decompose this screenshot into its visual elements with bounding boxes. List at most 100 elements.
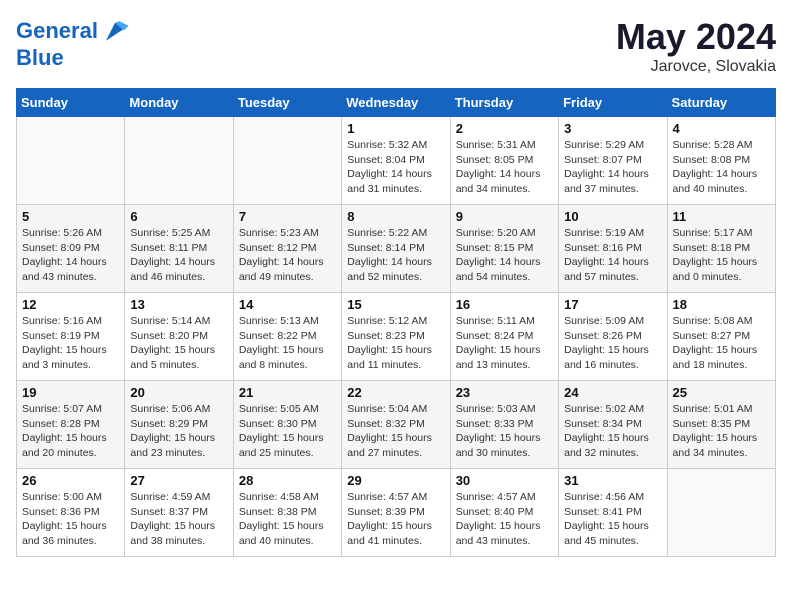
subtitle: Jarovce, Slovakia <box>616 58 776 76</box>
calendar-cell: 13 Sunrise: 5:14 AM Sunset: 8:20 PM Dayli… <box>125 293 233 381</box>
calendar-cell: 17Sunrise: 5:09 AM Sunset: 8:26 PM Dayli… <box>559 293 667 381</box>
day-number: 16 <box>456 297 553 312</box>
calendar-cell: 2 Sunrise: 5:31 AM Sunset: 8:05 PM Daylig… <box>450 117 558 205</box>
calendar-cell: 16Sunrise: 5:11 AM Sunset: 8:24 PM Dayli… <box>450 293 558 381</box>
day-info: Sunrise: 5:26 AM Sunset: 8:09 PM Dayligh… <box>22 226 119 285</box>
day-number: 28 <box>239 473 336 488</box>
calendar-cell <box>125 117 233 205</box>
weekday-header: Tuesday <box>233 89 341 117</box>
calendar-body: 1 Sunrise: 5:32 AM Sunset: 8:04 PM Daylig… <box>17 117 776 557</box>
calendar-cell <box>233 117 341 205</box>
day-info: Sunrise: 5:12 AM Sunset: 8:23 PM Dayligh… <box>347 314 444 373</box>
calendar-week-row: 26 Sunrise: 5:00 AM Sunset: 8:36 PM Dayli… <box>17 469 776 557</box>
day-info: Sunrise: 5:05 AM Sunset: 8:30 PM Dayligh… <box>239 402 336 461</box>
day-info: Sunrise: 5:09 AM Sunset: 8:26 PM Dayligh… <box>564 314 661 373</box>
calendar-week-row: 1 Sunrise: 5:32 AM Sunset: 8:04 PM Daylig… <box>17 117 776 205</box>
calendar-cell <box>667 469 775 557</box>
day-number: 22 <box>347 385 444 400</box>
logo-blue-text: Blue <box>16 46 130 70</box>
day-number: 21 <box>239 385 336 400</box>
day-info: Sunrise: 5:31 AM Sunset: 8:05 PM Dayligh… <box>456 138 553 197</box>
day-number: 18 <box>673 297 770 312</box>
title-area: May 2024 Jarovce, Slovakia <box>616 16 776 76</box>
calendar-cell: 23 Sunrise: 5:03 AM Sunset: 8:33 PM Dayli… <box>450 381 558 469</box>
day-number: 23 <box>456 385 553 400</box>
calendar-cell: 1 Sunrise: 5:32 AM Sunset: 8:04 PM Daylig… <box>342 117 450 205</box>
calendar-cell: 5 Sunrise: 5:26 AM Sunset: 8:09 PM Daylig… <box>17 205 125 293</box>
calendar-cell: 6Sunrise: 5:25 AM Sunset: 8:11 PM Daylig… <box>125 205 233 293</box>
calendar-cell: 25Sunrise: 5:01 AM Sunset: 8:35 PM Dayli… <box>667 381 775 469</box>
day-number: 11 <box>673 209 770 224</box>
day-info: Sunrise: 5:16 AM Sunset: 8:19 PM Dayligh… <box>22 314 119 373</box>
day-info: Sunrise: 5:29 AM Sunset: 8:07 PM Dayligh… <box>564 138 661 197</box>
day-number: 15 <box>347 297 444 312</box>
day-info: Sunrise: 5:07 AM Sunset: 8:28 PM Dayligh… <box>22 402 119 461</box>
calendar-cell: 27Sunrise: 4:59 AM Sunset: 8:37 PM Dayli… <box>125 469 233 557</box>
day-number: 20 <box>130 385 227 400</box>
calendar-cell: 24Sunrise: 5:02 AM Sunset: 8:34 PM Dayli… <box>559 381 667 469</box>
day-info: Sunrise: 5:00 AM Sunset: 8:36 PM Dayligh… <box>22 490 119 549</box>
day-info: Sunrise: 4:58 AM Sunset: 8:38 PM Dayligh… <box>239 490 336 549</box>
day-number: 12 <box>22 297 119 312</box>
day-info: Sunrise: 4:57 AM Sunset: 8:40 PM Dayligh… <box>456 490 553 549</box>
day-number: 6 <box>130 209 227 224</box>
day-info: Sunrise: 5:03 AM Sunset: 8:33 PM Dayligh… <box>456 402 553 461</box>
day-number: 10 <box>564 209 661 224</box>
day-info: Sunrise: 5:20 AM Sunset: 8:15 PM Dayligh… <box>456 226 553 285</box>
day-info: Sunrise: 5:23 AM Sunset: 8:12 PM Dayligh… <box>239 226 336 285</box>
day-info: Sunrise: 5:06 AM Sunset: 8:29 PM Dayligh… <box>130 402 227 461</box>
day-number: 24 <box>564 385 661 400</box>
day-number: 19 <box>22 385 119 400</box>
calendar-week-row: 12 Sunrise: 5:16 AM Sunset: 8:19 PM Dayli… <box>17 293 776 381</box>
calendar-cell: 18Sunrise: 5:08 AM Sunset: 8:27 PM Dayli… <box>667 293 775 381</box>
day-info: Sunrise: 5:01 AM Sunset: 8:35 PM Dayligh… <box>673 402 770 461</box>
logo-text: General <box>16 19 98 43</box>
day-info: Sunrise: 5:19 AM Sunset: 8:16 PM Dayligh… <box>564 226 661 285</box>
weekday-header: Monday <box>125 89 233 117</box>
day-info: Sunrise: 5:32 AM Sunset: 8:04 PM Dayligh… <box>347 138 444 197</box>
logo-icon <box>100 16 130 46</box>
weekday-header: Friday <box>559 89 667 117</box>
day-info: Sunrise: 5:22 AM Sunset: 8:14 PM Dayligh… <box>347 226 444 285</box>
calendar-cell: 20 Sunrise: 5:06 AM Sunset: 8:29 PM Dayli… <box>125 381 233 469</box>
logo: General Blue <box>16 16 130 70</box>
calendar-cell: 7 Sunrise: 5:23 AM Sunset: 8:12 PM Daylig… <box>233 205 341 293</box>
day-info: Sunrise: 5:13 AM Sunset: 8:22 PM Dayligh… <box>239 314 336 373</box>
day-info: Sunrise: 5:28 AM Sunset: 8:08 PM Dayligh… <box>673 138 770 197</box>
calendar-cell: 29Sunrise: 4:57 AM Sunset: 8:39 PM Dayli… <box>342 469 450 557</box>
page-header: General Blue May 2024 Jarovce, Slovakia <box>16 16 776 76</box>
calendar-cell: 26 Sunrise: 5:00 AM Sunset: 8:36 PM Dayli… <box>17 469 125 557</box>
day-number: 7 <box>239 209 336 224</box>
weekday-header: Wednesday <box>342 89 450 117</box>
day-number: 1 <box>347 121 444 136</box>
calendar-header: SundayMondayTuesdayWednesdayThursdayFrid… <box>17 89 776 117</box>
calendar-cell: 12 Sunrise: 5:16 AM Sunset: 8:19 PM Dayli… <box>17 293 125 381</box>
day-number: 5 <box>22 209 119 224</box>
day-number: 2 <box>456 121 553 136</box>
day-info: Sunrise: 4:59 AM Sunset: 8:37 PM Dayligh… <box>130 490 227 549</box>
day-info: Sunrise: 5:17 AM Sunset: 8:18 PM Dayligh… <box>673 226 770 285</box>
calendar-cell: 31Sunrise: 4:56 AM Sunset: 8:41 PM Dayli… <box>559 469 667 557</box>
calendar-cell: 19 Sunrise: 5:07 AM Sunset: 8:28 PM Dayli… <box>17 381 125 469</box>
calendar-cell: 9 Sunrise: 5:20 AM Sunset: 8:15 PM Daylig… <box>450 205 558 293</box>
weekday-header: Saturday <box>667 89 775 117</box>
day-number: 26 <box>22 473 119 488</box>
day-number: 13 <box>130 297 227 312</box>
calendar-cell: 22 Sunrise: 5:04 AM Sunset: 8:32 PM Dayli… <box>342 381 450 469</box>
calendar-cell: 3Sunrise: 5:29 AM Sunset: 8:07 PM Daylig… <box>559 117 667 205</box>
calendar-table: SundayMondayTuesdayWednesdayThursdayFrid… <box>16 88 776 557</box>
main-title: May 2024 <box>616 16 776 58</box>
calendar-cell: 28 Sunrise: 4:58 AM Sunset: 8:38 PM Dayli… <box>233 469 341 557</box>
day-info: Sunrise: 5:04 AM Sunset: 8:32 PM Dayligh… <box>347 402 444 461</box>
calendar-cell: 10 Sunrise: 5:19 AM Sunset: 8:16 PM Dayli… <box>559 205 667 293</box>
calendar-week-row: 19 Sunrise: 5:07 AM Sunset: 8:28 PM Dayli… <box>17 381 776 469</box>
day-info: Sunrise: 5:14 AM Sunset: 8:20 PM Dayligh… <box>130 314 227 373</box>
calendar-cell: 14 Sunrise: 5:13 AM Sunset: 8:22 PM Dayli… <box>233 293 341 381</box>
day-info: Sunrise: 4:56 AM Sunset: 8:41 PM Dayligh… <box>564 490 661 549</box>
day-number: 14 <box>239 297 336 312</box>
calendar-cell <box>17 117 125 205</box>
day-number: 8 <box>347 209 444 224</box>
day-number: 9 <box>456 209 553 224</box>
weekday-header: Thursday <box>450 89 558 117</box>
calendar-cell: 4Sunrise: 5:28 AM Sunset: 8:08 PM Daylig… <box>667 117 775 205</box>
